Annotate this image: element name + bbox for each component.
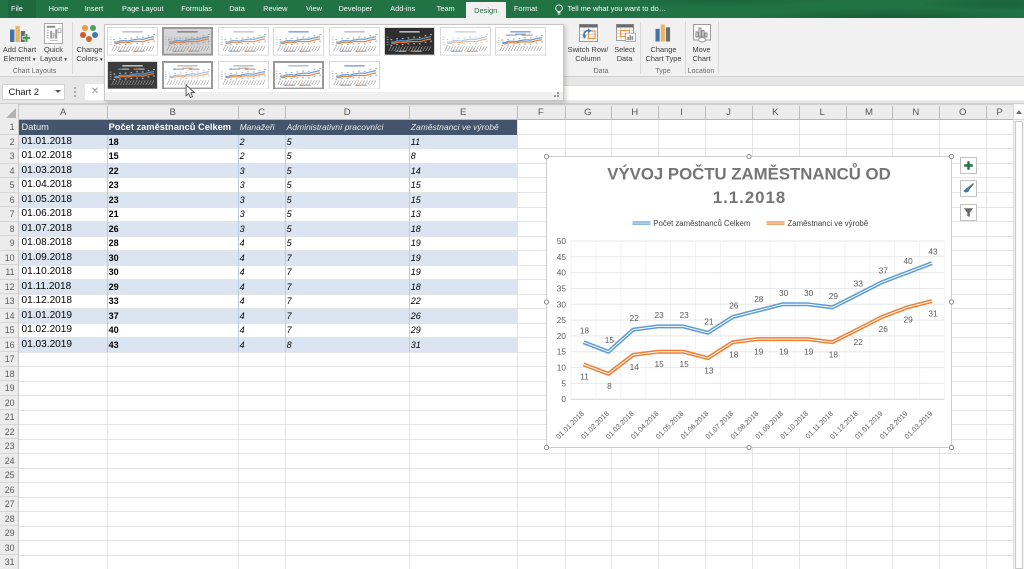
svg-text:14: 14: [629, 362, 639, 372]
svg-text:8: 8: [607, 381, 612, 391]
svg-text:15: 15: [679, 359, 689, 369]
svg-text:26: 26: [729, 300, 739, 310]
svg-text:15: 15: [604, 335, 614, 345]
svg-text:19: 19: [778, 346, 788, 356]
svg-text:18: 18: [729, 349, 739, 359]
svg-text:23: 23: [654, 309, 664, 319]
svg-text:15: 15: [556, 346, 566, 356]
svg-text:19: 19: [754, 346, 764, 356]
svg-text:45: 45: [556, 251, 566, 261]
svg-text:37: 37: [878, 265, 888, 275]
svg-text:40: 40: [903, 256, 913, 266]
svg-text:5: 5: [561, 378, 566, 388]
svg-text:22: 22: [629, 313, 639, 323]
svg-text:30: 30: [778, 287, 788, 297]
svg-text:25: 25: [556, 315, 566, 325]
svg-text:1.1.2018: 1.1.2018: [712, 187, 785, 206]
svg-text:21: 21: [704, 316, 714, 326]
svg-text:31: 31: [928, 308, 938, 318]
svg-text:50: 50: [556, 236, 566, 246]
svg-text:11: 11: [580, 371, 589, 381]
svg-text:29: 29: [903, 314, 913, 324]
svg-text:29: 29: [828, 290, 838, 300]
svg-text:20: 20: [556, 330, 566, 340]
svg-text:18: 18: [579, 325, 589, 335]
svg-text:19: 19: [803, 346, 813, 356]
svg-text:26: 26: [878, 324, 888, 334]
svg-text:0: 0: [561, 394, 566, 404]
svg-text:10: 10: [556, 362, 566, 372]
svg-text:VÝVOJ POČTU ZAMĚSTNANCŮ OD: VÝVOJ POČTU ZAMĚSTNANCŮ OD: [607, 163, 890, 183]
svg-text:43: 43: [928, 246, 938, 256]
svg-text:15: 15: [654, 359, 664, 369]
svg-text:30: 30: [803, 287, 813, 297]
svg-text:35: 35: [556, 283, 566, 293]
svg-text:23: 23: [679, 309, 689, 319]
svg-text:13: 13: [704, 365, 714, 375]
svg-text:30: 30: [556, 299, 566, 309]
svg-text:Počet zaměstnanců Celkem: Počet zaměstnanců Celkem: [653, 218, 750, 227]
svg-text:33: 33: [853, 278, 863, 288]
svg-text:Zaměstnanci ve výrobě: Zaměstnanci ve výrobě: [787, 218, 868, 227]
svg-text:22: 22: [853, 336, 863, 346]
svg-text:40: 40: [556, 267, 566, 277]
svg-text:18: 18: [828, 349, 838, 359]
svg-text:28: 28: [754, 294, 764, 304]
